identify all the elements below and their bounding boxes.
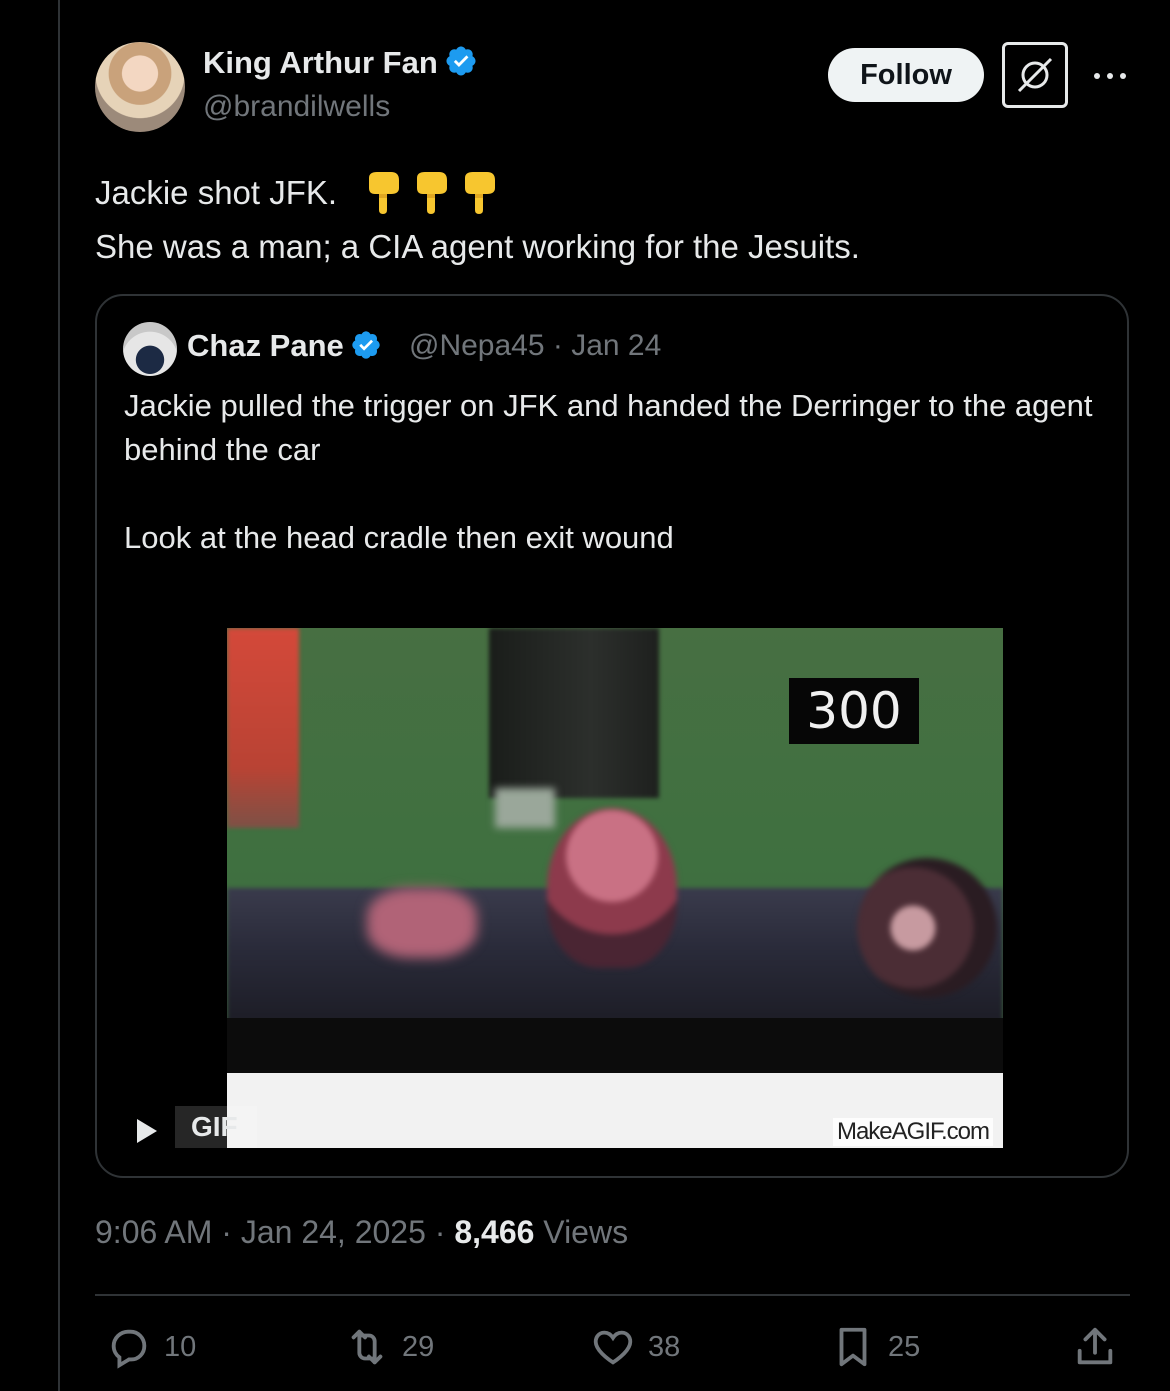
verified-badge-icon bbox=[446, 46, 476, 76]
gif-figure-pink-hat bbox=[547, 808, 677, 968]
tweet-line-1-text: Jackie shot JFK. bbox=[95, 174, 338, 211]
quote-author-display-name[interactable]: Chaz Pane bbox=[187, 328, 344, 363]
gif-figure-red bbox=[227, 628, 299, 828]
gif-black-band bbox=[227, 1018, 1003, 1078]
like-button[interactable]: 38 bbox=[590, 1324, 680, 1370]
repost-button[interactable]: 29 bbox=[344, 1324, 434, 1370]
pointing-down-emoji-icon bbox=[465, 172, 496, 214]
tweet-timestamp[interactable]: 9:06 AM · Jan 24, 2025 · 8,466 Views bbox=[95, 1214, 628, 1251]
quote-author-meta[interactable]: @Nepa45 · Jan 24 bbox=[409, 329, 661, 363]
quote-paragraph-2: Look at the head cradle then exit wound bbox=[124, 520, 674, 555]
like-count: 38 bbox=[648, 1330, 681, 1363]
views-count: 8,466 bbox=[454, 1214, 535, 1250]
more-options-button[interactable] bbox=[1092, 58, 1128, 94]
gif-figure-legs bbox=[489, 628, 659, 798]
quote-text: Jackie pulled the trigger on JFK and han… bbox=[124, 384, 1114, 560]
play-icon[interactable] bbox=[135, 1118, 159, 1144]
pointing-down-emoji-icon bbox=[417, 172, 448, 214]
tweet-text: Jackie shot JFK. She was a man; a CIA ag… bbox=[95, 166, 1135, 274]
quote-gif-media[interactable]: 300 MakeAGIF.com bbox=[227, 628, 1003, 1148]
gif-frame-counter: 300 bbox=[789, 678, 919, 744]
gif-watermark: MakeAGIF.com bbox=[832, 1118, 993, 1146]
more-dots-icon bbox=[1094, 73, 1126, 79]
quote-author-avatar[interactable] bbox=[123, 322, 177, 376]
tweet-line-2: She was a man; a CIA agent working for t… bbox=[95, 228, 860, 265]
reply-count: 10 bbox=[164, 1330, 197, 1363]
share-button[interactable] bbox=[1072, 1324, 1118, 1370]
bookmark-count: 25 bbox=[888, 1330, 921, 1363]
gif-figure-pink-left bbox=[367, 888, 477, 958]
reply-button[interactable]: 10 bbox=[106, 1324, 196, 1370]
bookmark-button[interactable]: 25 bbox=[830, 1324, 920, 1370]
quote-paragraph-1: Jackie pulled the trigger on JFK and han… bbox=[124, 388, 1093, 467]
verified-badge-icon bbox=[352, 331, 380, 359]
heart-icon bbox=[593, 1330, 633, 1365]
gif-figure-right bbox=[857, 858, 997, 998]
views-label: Views bbox=[534, 1214, 629, 1250]
gif-badge: GIF bbox=[175, 1106, 257, 1148]
gif-figure-shoe bbox=[495, 788, 555, 828]
repost-count: 29 bbox=[402, 1330, 435, 1363]
tweet-actions-bar: 10 29 38 25 bbox=[0, 1320, 1170, 1380]
thread-rail bbox=[58, 0, 60, 1391]
actions-divider bbox=[95, 1294, 1130, 1296]
author-name[interactable]: King Arthur Fan bbox=[203, 44, 478, 81]
author-handle[interactable]: @brandilwells bbox=[203, 90, 390, 124]
timestamp-date[interactable]: 9:06 AM · Jan 24, 2025 · bbox=[95, 1214, 454, 1250]
repost-icon bbox=[351, 1329, 383, 1365]
share-icon bbox=[1077, 1327, 1113, 1365]
quoted-tweet-card[interactable]: Chaz Pane @Nepa45 · Jan 24 Jackie pulled… bbox=[95, 294, 1129, 1178]
tweet-line-1: Jackie shot JFK. bbox=[95, 166, 1135, 220]
bookmark-icon bbox=[839, 1327, 867, 1367]
grok-button[interactable] bbox=[1002, 42, 1068, 108]
reply-icon bbox=[111, 1329, 147, 1369]
quote-author-name[interactable]: Chaz Pane bbox=[187, 328, 382, 364]
author-display-name[interactable]: King Arthur Fan bbox=[203, 45, 438, 80]
grok-icon bbox=[1017, 57, 1053, 93]
author-avatar[interactable] bbox=[95, 42, 185, 132]
pointing-down-emoji-icon bbox=[369, 172, 400, 214]
follow-button[interactable]: Follow bbox=[828, 48, 984, 102]
